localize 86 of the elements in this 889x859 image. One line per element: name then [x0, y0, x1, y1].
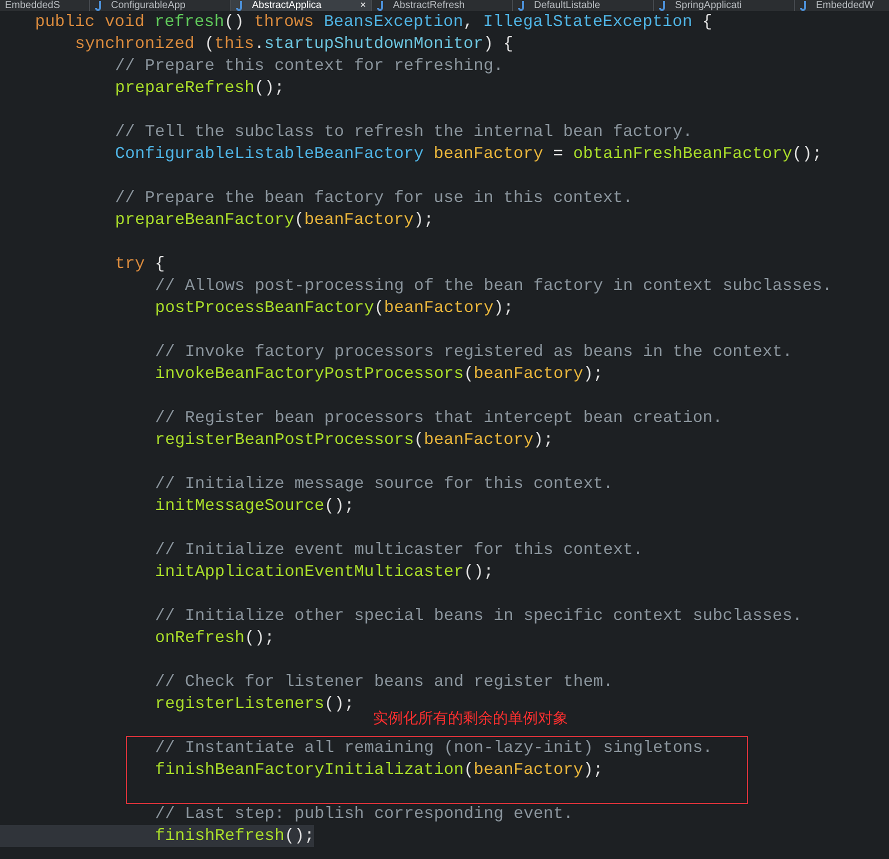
code-comment: // Tell the subclass to refresh the internal bean factory. [115, 121, 693, 143]
code-punctuation: (); [464, 561, 494, 583]
code-punctuation: (); [792, 143, 822, 165]
editor-tab[interactable]: EmbeddedW [795, 0, 889, 11]
editor-tab[interactable]: AbstractRefresh [372, 0, 513, 11]
keyword: try [115, 253, 145, 275]
code-punctuation: ( [464, 759, 474, 781]
tab-label: EmbeddedS [5, 0, 60, 11]
variable-name: beanFactory [434, 143, 544, 165]
method-call: prepareRefresh [115, 77, 254, 99]
keyword: public void [35, 11, 146, 33]
code-comment: // Check for listener beans and register them. [155, 671, 614, 693]
method-call: registerBeanPostProcessors [155, 429, 414, 451]
code-comment: // Invoke factory processors registered as beans in the context. [155, 341, 792, 363]
code-comment: // Prepare the bean factory for use in this context. [115, 187, 633, 209]
keyword: throws [254, 11, 315, 33]
variable-name: beanFactory [424, 429, 534, 451]
field-name: startupShutdownMonitor [264, 33, 484, 55]
keyword: this [214, 33, 254, 55]
code-punctuation: = [552, 143, 564, 165]
variable-name: beanFactory [474, 363, 584, 385]
keyword: synchronized [75, 33, 194, 55]
type-name: IllegalStateException [483, 11, 692, 33]
code-punctuation: , [463, 11, 474, 33]
code-punctuation: ); [533, 429, 554, 451]
java-file-icon [518, 0, 526, 10]
tab-label: AbstractApplica [252, 0, 322, 11]
code-punctuation: { [154, 253, 165, 275]
tab-label: ConfigurableApp [111, 0, 186, 11]
code-punctuation: (); [244, 627, 274, 649]
tab-label: EmbeddedW [816, 0, 874, 11]
method-call: postProcessBeanFactory [155, 297, 374, 319]
code-punctuation: ); [583, 759, 604, 781]
java-file-icon [800, 0, 808, 10]
java-file-icon [95, 0, 103, 10]
code-comment: // Initialize message source for this context. [155, 473, 614, 495]
method-call: finishBeanFactoryInitialization [155, 759, 464, 781]
code-punctuation: ( [374, 297, 384, 319]
code-punctuation: ); [414, 209, 434, 231]
code-punctuation: ); [583, 363, 604, 385]
code-comment: // Allows post-processing of the bean factory in context subclasses. [155, 275, 832, 297]
method-call: onRefresh [155, 627, 245, 649]
method-call: obtainFreshBeanFactory [573, 143, 792, 165]
method-call: finishRefresh [155, 825, 284, 847]
code-punctuation: . [254, 33, 264, 55]
code-comment: // Last step: publish corresponding event. [155, 803, 574, 825]
editor-tab[interactable]: AbstractApplica × [231, 0, 372, 11]
code-comment: // Instantiate all remaining (non-lazy-init) singletons. [155, 737, 713, 759]
code-punctuation: ( [464, 363, 474, 385]
code-punctuation: ) { [483, 33, 514, 55]
method-call: initApplicationEventMulticaster [155, 561, 464, 583]
method-call: prepareBeanFactory [115, 209, 294, 231]
type-name: ConfigurableListableBeanFactory [115, 143, 425, 165]
java-file-icon [377, 0, 385, 10]
tab-label: AbstractRefresh [393, 0, 465, 11]
method-call: invokeBeanFactoryPostProcessors [155, 363, 464, 385]
code-comment: // Initialize event multicaster for this context. [155, 539, 643, 561]
variable-name: beanFactory [474, 759, 584, 781]
editor-tab[interactable]: SpringApplicati [654, 0, 795, 11]
code-punctuation: ); [494, 297, 514, 319]
code-punctuation: () [224, 11, 246, 33]
variable-name: beanFactory [384, 297, 494, 319]
editor-tab[interactable]: EmbeddedS [0, 0, 90, 11]
variable-name: beanFactory [304, 209, 414, 231]
method-call: initMessageSource [155, 495, 324, 517]
code-punctuation: (); [324, 495, 354, 517]
java-file-icon [659, 0, 667, 10]
editor-tab[interactable]: DefaultListable [513, 0, 654, 11]
tab-label: SpringApplicati [675, 0, 742, 11]
annotation-note: 实例化所有的剩余的单例对象 [373, 708, 568, 728]
code-punctuation: ( [294, 209, 304, 231]
code-comment: // Prepare this context for refreshing. [115, 55, 504, 77]
code-punctuation: (); [284, 825, 314, 847]
method-call: registerListeners [155, 693, 324, 715]
code-comment: // Register bean processors that intercept bean creation. [155, 407, 723, 429]
type-name: BeansException [324, 11, 464, 33]
code-punctuation: ( [414, 429, 424, 451]
code-punctuation: (); [254, 77, 284, 99]
tab-label: DefaultListable [534, 0, 600, 11]
code-comment: // Initialize other special beans in specific context subclasses. [155, 605, 802, 627]
code-punctuation: (); [324, 693, 354, 715]
method-name: refresh [154, 11, 224, 33]
code-punctuation: { [701, 11, 712, 33]
code-punctuation: ( [203, 33, 214, 55]
java-file-icon [236, 0, 244, 10]
close-icon[interactable]: × [360, 0, 366, 11]
